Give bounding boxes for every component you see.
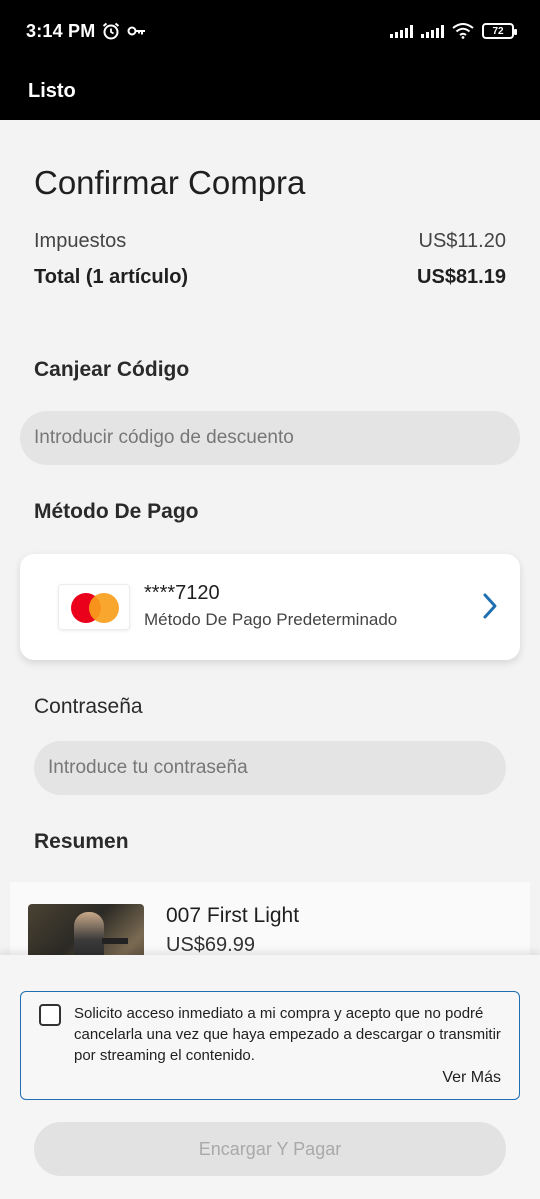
alarm-icon (103, 22, 120, 40)
chevron-right-icon[interactable] (482, 592, 498, 620)
item-price: US$69.99 (166, 934, 255, 955)
see-more-link[interactable]: Ver Más (442, 1069, 501, 1087)
total-value: US$81.19 (417, 266, 506, 288)
thumbnail-gun (102, 938, 128, 944)
order-and-pay-button[interactable]: Encargar Y Pagar (34, 1122, 506, 1176)
page-title: Confirmar Compra (34, 164, 306, 201)
wifi-icon (452, 23, 474, 39)
mastercard-logo (58, 584, 130, 630)
tax-row: Impuestos US$11.20 (34, 230, 506, 253)
card-subtitle: Método De Pago Predeterminado (144, 610, 398, 629)
consent-text: Solicito acceso inmediato a mi compra y … (74, 1005, 501, 1064)
tax-label: Impuestos (34, 230, 127, 252)
tax-value: US$11.20 (418, 230, 506, 252)
bottom-sheet: Solicito acceso inmediato a mi compra y … (0, 955, 540, 1199)
main-content[interactable]: Confirmar Compra Impuestos US$11.20 Tota… (0, 120, 540, 955)
status-left: 3:14 PM (26, 21, 147, 42)
consent-checkbox[interactable] (39, 1004, 61, 1026)
payment-heading: Método De Pago (34, 500, 199, 523)
signal-icon (390, 24, 413, 38)
redeem-heading: Canjear Código (34, 358, 190, 381)
payment-method-card[interactable]: ****7120 Método De Pago Predeterminado (20, 554, 520, 660)
done-button[interactable]: Listo (28, 80, 76, 103)
status-bar: 3:14 PM 72 (0, 0, 540, 62)
password-input[interactable] (34, 741, 506, 795)
discount-code-input[interactable] (20, 411, 520, 465)
item-title: 007 First Light (166, 904, 300, 927)
key-icon (127, 26, 146, 36)
signal-icon-2 (421, 24, 444, 38)
top-app-bar: Listo (0, 62, 540, 120)
status-time: 3:14 PM (26, 20, 96, 41)
status-right: 72 (390, 23, 517, 39)
game-thumbnail: FIRST LIGHT (28, 904, 144, 955)
total-label: Total (1 artículo) (34, 266, 189, 288)
battery-icon: 72 (482, 23, 517, 39)
card-number: ****7120 (144, 582, 220, 604)
total-row: Total (1 artículo) US$81.19 (34, 266, 506, 289)
mastercard-orange-circle (89, 593, 119, 623)
summary-item: FIRST LIGHT 007 First Light US$69.99 (10, 882, 530, 955)
password-heading: Contraseña (34, 695, 143, 718)
battery-level: 72 (492, 25, 504, 37)
summary-heading: Resumen (34, 830, 129, 853)
thumbnail-figure (74, 912, 104, 955)
consent-box: Solicito acceso inmediato a mi compra y … (20, 991, 520, 1100)
